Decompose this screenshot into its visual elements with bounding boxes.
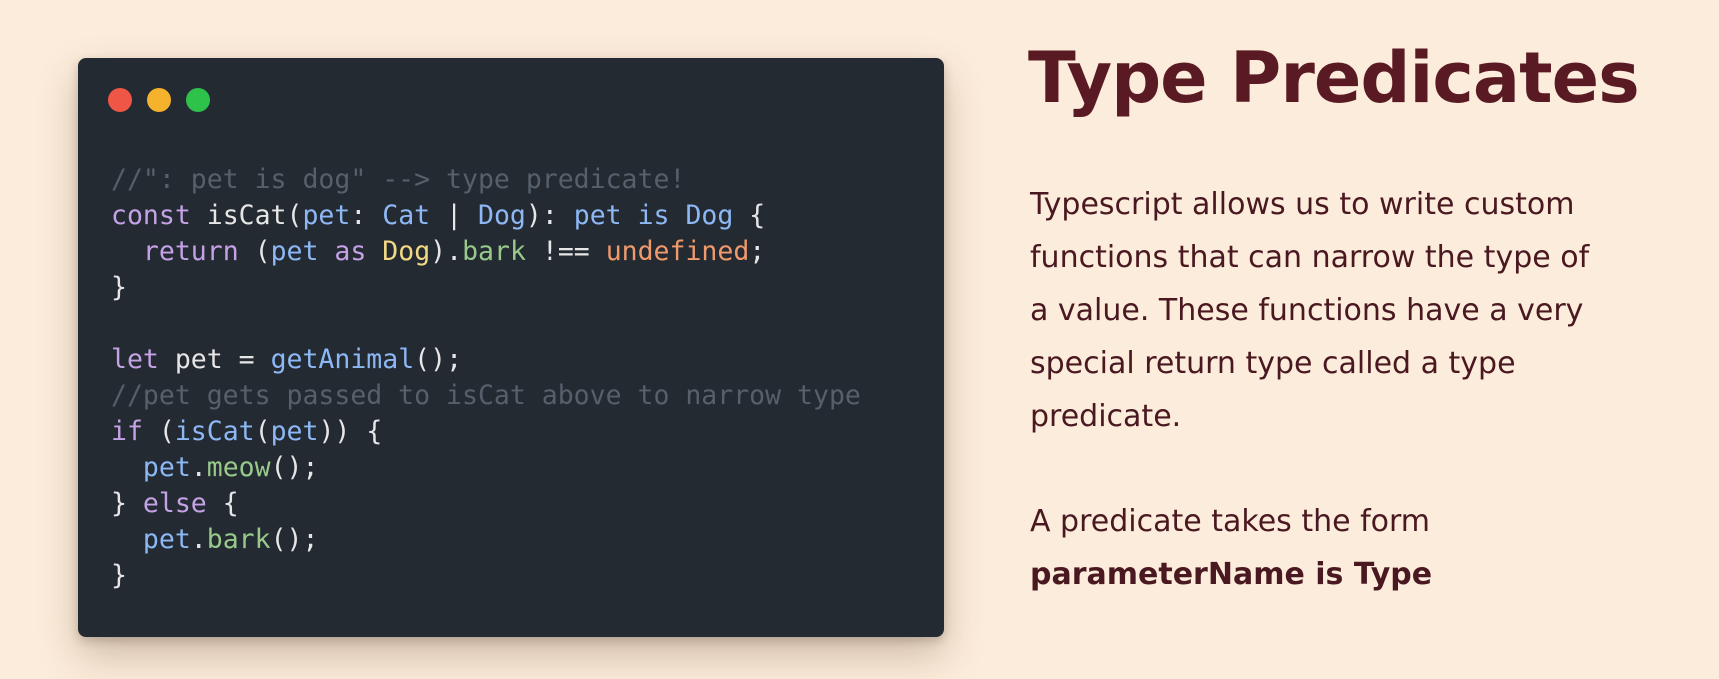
code-token: { [733, 200, 766, 231]
code-token: } [111, 488, 143, 519]
slide-title: Type Predicates [1028, 37, 1640, 119]
code-token: pet [142, 452, 191, 483]
code-token: bark [206, 524, 271, 555]
code-token: { [206, 488, 239, 519]
code-token: ; [749, 236, 766, 267]
code-token: . [190, 524, 207, 555]
code-token: ( [254, 416, 271, 447]
code-line: //pet gets passed to isCat above to narr… [111, 378, 861, 414]
code-line: //": pet is dog" --> type predicate! [111, 162, 861, 198]
code-token: isCat( [206, 200, 303, 231]
code-token: meow [206, 452, 271, 483]
predicate-form: parameterName is Type [1030, 557, 1433, 592]
predicate-note: A predicate takes the form parameterName… [1030, 495, 1432, 601]
code-token: ( [238, 236, 271, 267]
code-token: undefined [605, 236, 750, 267]
code-token: ): [525, 200, 574, 231]
code-token: let [111, 344, 159, 375]
code-token: ( [142, 416, 175, 447]
code-line: pet.meow(); [111, 450, 861, 486]
code-line: } [111, 270, 861, 306]
predicate-intro: A predicate takes the form [1030, 504, 1431, 539]
minimize-dot-icon[interactable] [147, 88, 171, 112]
code-token: Dog [382, 236, 431, 267]
code-token: getAnimal [270, 344, 415, 375]
maximize-dot-icon[interactable] [186, 88, 210, 112]
code-window: //": pet is dog" --> type predicate! cons… [78, 58, 944, 637]
code-line: const isCat(pet: Cat | Dog): pet is Dog … [111, 198, 861, 234]
code-token: pet [302, 200, 351, 231]
code-token: pet [142, 524, 191, 555]
code-token: | [430, 200, 479, 231]
code-token: (); [414, 344, 463, 375]
description-line: a value. These functions have a very [1030, 293, 1584, 328]
code-token: pet [573, 200, 622, 231]
code-token: //": pet is dog" --> type predicate! [111, 164, 686, 195]
code-token: else [142, 488, 207, 519]
code-token: const [111, 200, 207, 231]
code-token: Dog [685, 200, 734, 231]
description-line: Typescript allows us to write custom [1030, 187, 1575, 222]
code-token: isCat [174, 416, 255, 447]
code-token: } [111, 272, 127, 303]
description-line: functions that can narrow the type of [1030, 240, 1590, 275]
code-token: //pet gets passed to isCat above to narr… [111, 380, 861, 411]
code-token: pet [270, 236, 319, 267]
code-line: let pet = getAnimal(); [111, 342, 861, 378]
code-token: : [350, 200, 383, 231]
code-token: (); [270, 452, 319, 483]
code-token: if [111, 416, 143, 447]
code-line: } [111, 558, 861, 594]
description-line: special return type called a type [1030, 346, 1516, 381]
code-line: if (isCat(pet)) { [111, 414, 861, 450]
code-line: } else { [111, 486, 861, 522]
code-token: } [111, 560, 127, 591]
close-dot-icon[interactable] [108, 88, 132, 112]
code-token: . [190, 452, 207, 483]
code-line: return (pet as Dog).bark !== undefined; [111, 234, 861, 270]
code-token: (); [270, 524, 319, 555]
code-token: )) { [318, 416, 383, 447]
code-token: is [621, 200, 686, 231]
code-block: //": pet is dog" --> type predicate! cons… [111, 162, 861, 594]
code-token: pet = [158, 344, 271, 375]
slide-description: Typescript allows us to write custom fun… [1030, 178, 1690, 443]
window-controls [108, 88, 210, 112]
code-token: Dog [478, 200, 526, 231]
code-token: Cat [382, 200, 431, 231]
code-token: as [318, 236, 383, 267]
code-token: ). [430, 236, 463, 267]
code-token: !== [525, 236, 606, 267]
code-token: bark [462, 236, 526, 267]
slide: //": pet is dog" --> type predicate! cons… [0, 0, 1719, 679]
description-line: predicate. [1030, 399, 1182, 434]
code-token: pet [270, 416, 319, 447]
code-line: pet.bark(); [111, 522, 861, 558]
code-token: return [142, 236, 239, 267]
